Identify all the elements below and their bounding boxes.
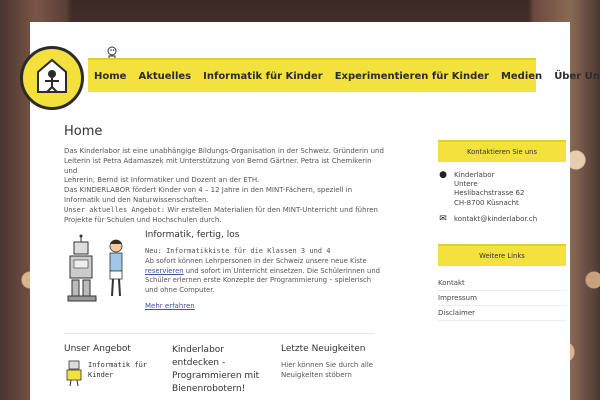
angebot-section: Unser Angebot Informatik für Kinder	[64, 344, 154, 386]
main-content: Home Das Kinderlabor ist eine unabhängig…	[64, 124, 384, 310]
address-line: CH-8700 Küsnacht	[454, 198, 519, 207]
site-header: Home Aktuelles Informatik für Kinder Exp…	[20, 22, 600, 122]
envelope-icon: ✉	[439, 213, 447, 224]
contact-header: Kontaktieren Sie uns	[438, 140, 566, 162]
address-line: Heslibachstrasse 62	[454, 189, 525, 198]
links-header: Weitere Links	[438, 244, 566, 267]
angebot-line: Informatik für	[88, 361, 148, 369]
email-address[interactable]: kontakt@kinderlabor.ch	[454, 215, 537, 224]
intro-line: Unser aktuelles Angebot: Wir erstellen M…	[64, 206, 384, 216]
news-line: Hier können Sie durch alle	[281, 361, 374, 369]
logo-figure-icon	[37, 58, 67, 93]
angebot-text: Informatik für Kinder	[88, 360, 147, 386]
entdecken-title: Kinderlabor entdecken - Programmieren mi…	[172, 344, 268, 396]
address-lines: Kinderlabor Untere Heslibachstrasse 62 C…	[454, 171, 524, 208]
robot-icon	[66, 360, 82, 386]
angebot-line: Kinder	[88, 371, 114, 379]
sidebar: Kontaktieren Sie uns ● Kinderlabor Unter…	[438, 140, 566, 322]
link-kontakt[interactable]: Kontakt	[438, 276, 566, 292]
intro-line: Lehrerin, Bernd ist Informatiker und Doz…	[64, 176, 260, 185]
nav-medien[interactable]: Medien	[501, 71, 542, 82]
intro-line: Informatik und den Naturwissenschaften.	[64, 195, 209, 204]
robot-and-girl-illustration	[67, 234, 123, 302]
feature-desc-text: und sofort im Unterricht einsetzen. Die …	[183, 266, 380, 275]
nav-experimentieren[interactable]: Experimentieren für Kinder	[335, 71, 489, 82]
feature-title: Informatik, fertig, los	[145, 230, 240, 240]
entdecken-title-line: Kinderlabor	[172, 345, 224, 355]
nav-informatik[interactable]: Informatik für Kinder	[203, 71, 323, 82]
nav-home[interactable]: Home	[94, 71, 126, 82]
more-info-link[interactable]: Mehr erfahren	[145, 302, 385, 310]
link-disclaimer[interactable]: Disclaimer	[438, 306, 566, 322]
reservieren-link[interactable]: reservieren	[145, 267, 184, 275]
news-section: Letzte Neuigkeiten Hier können Sie durch…	[281, 344, 377, 380]
intro-line: Projekte für Schulen und Hochschulen dur…	[64, 215, 222, 224]
feature-block: Informatik, fertig, los Neu: Informatikk…	[64, 230, 384, 320]
link-impressum[interactable]: Impressum	[438, 291, 566, 307]
feature-desc-line: Schüler erlernen erste Konzepte der Prog…	[145, 276, 372, 284]
page-container: Home Aktuelles Informatik für Kinder Exp…	[20, 22, 600, 400]
site-logo[interactable]	[20, 46, 84, 110]
feature-text: Informatik, fertig, los Neu: Informatikk…	[145, 230, 385, 310]
angebot-title: Unser Angebot	[64, 344, 131, 354]
entdecken-title-line: Programmieren mit	[172, 371, 260, 381]
intro-line: Leiterin ist Petra Adamaszek mit Unterst…	[64, 156, 372, 175]
news-title: Letzte Neuigkeiten	[281, 344, 366, 354]
feature-desc-line: Ab sofort können Lehrpersonen in der Sch…	[145, 257, 367, 265]
feature-desc-line: reservieren und sofort im Unterricht ein…	[145, 267, 385, 277]
map-pin-icon: ●	[439, 170, 447, 180]
intro-text: Das Kinderlabor ist eine unabhängige Bil…	[64, 147, 384, 225]
nav-aktuelles[interactable]: Aktuelles	[138, 71, 191, 82]
feature-subtitle: Neu: Informatikkiste für die Klassen 3 u…	[145, 247, 331, 255]
page-title: Home	[64, 124, 103, 139]
links-list: Kontakt Impressum Disclaimer	[438, 276, 566, 322]
nav-ueber-uns[interactable]: Über Uns	[554, 71, 600, 82]
address-row: ● Kinderlabor Untere Heslibachstrasse 62…	[438, 170, 566, 208]
address-line: Kinderlabor	[454, 171, 495, 179]
section-divider	[64, 333, 374, 334]
angebot-item[interactable]: Informatik für Kinder	[64, 360, 154, 386]
email-row[interactable]: ✉ kontakt@kinderlabor.ch	[438, 213, 566, 224]
intro-line: Das Kinderlabor ist eine unabhängige Bil…	[64, 147, 384, 155]
intro-last-text: Wir erstellen Materialien für den MINT-U…	[165, 205, 378, 214]
main-navigation: Home Aktuelles Informatik für Kinder Exp…	[88, 58, 600, 92]
news-line: Neuigkeiten stöbern	[281, 371, 352, 379]
contact-info: ● Kinderlabor Untere Heslibachstrasse 62…	[438, 170, 566, 224]
intro-mono-label: Unser aktuelles Angebot:	[64, 205, 166, 214]
feature-desc-line: und ohne Computer.	[145, 285, 215, 294]
entdecken-title-line: entdecken -	[172, 358, 226, 368]
entdecken-section: Kinderlabor entdecken - Programmieren mi…	[172, 344, 268, 400]
intro-line: Das KINDERLABOR fördert Kinder von 4 – 1…	[64, 186, 353, 195]
feature-description: Ab sofort können Lehrpersonen in der Sch…	[145, 257, 385, 295]
address-line: Untere	[454, 180, 478, 189]
entdecken-title-line: Bienenrobotern!	[172, 384, 246, 394]
